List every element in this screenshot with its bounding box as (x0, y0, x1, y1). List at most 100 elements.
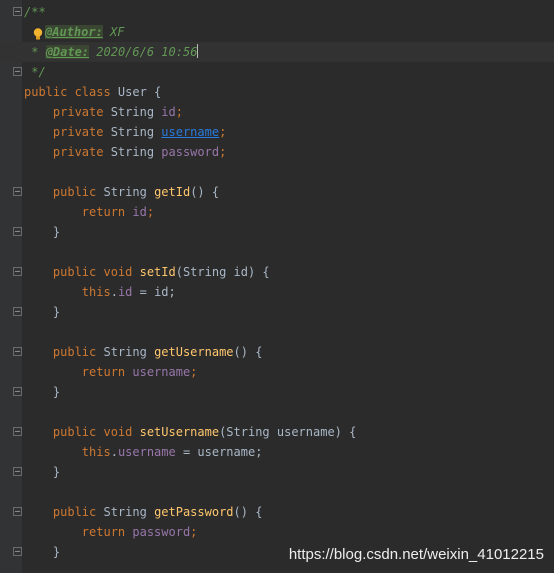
type-name: String (110, 125, 162, 139)
javadoc-open: /** (24, 5, 46, 19)
keyword: public void (24, 425, 140, 439)
code-line: */ (0, 62, 554, 82)
keyword: public void (24, 265, 140, 279)
return-statement: return id; (24, 202, 154, 222)
fold-toggle-icon[interactable] (13, 507, 22, 516)
code-line: } (0, 382, 554, 402)
field-name: id (132, 205, 147, 219)
lightbulb-icon[interactable] (33, 26, 43, 40)
keyword: private (24, 105, 111, 119)
date-tag: @Date: (45, 45, 90, 59)
code-line: } (0, 222, 554, 242)
semicolon: ; (175, 105, 183, 119)
code-line: public String getPassword() { (0, 502, 554, 522)
code-line: /** (0, 2, 554, 22)
code-editor[interactable]: /** @Author: XF * @Date: 2020/6/6 10:56 … (0, 0, 554, 573)
keyword: return (24, 525, 133, 539)
fold-toggle-icon[interactable] (13, 347, 22, 356)
keyword: this (24, 285, 111, 299)
type-name: String (110, 145, 162, 159)
field-declaration: private String password; (24, 142, 226, 162)
closing-brace: } (24, 385, 61, 399)
fold-toggle-icon[interactable] (13, 7, 22, 16)
current-code-line: * @Date: 2020/6/6 10:56 (0, 42, 554, 62)
type-name: String (110, 105, 162, 119)
fold-end-icon[interactable] (13, 227, 22, 236)
watermark-url: https://blog.csdn.net/weixin_41012215 (288, 546, 544, 563)
code-line: public class User { (0, 82, 554, 102)
keyword: return (24, 205, 133, 219)
method-params: () { (190, 185, 220, 199)
method-name: getId (154, 185, 191, 199)
code-line: return username; (0, 362, 554, 382)
keyword: public (24, 345, 104, 359)
fold-toggle-icon[interactable] (13, 67, 22, 76)
method-signature: public String getUsername() { (24, 342, 263, 362)
keyword: public class (24, 85, 118, 99)
semicolon: ; (190, 525, 198, 539)
method-signature: public void setUsername(String username)… (24, 422, 356, 442)
code-line: return password; (0, 522, 554, 542)
assignment-statement: this.id = id; (24, 282, 176, 302)
field-name: username (117, 445, 176, 459)
keyword: private (24, 125, 111, 139)
method-name: setUsername (139, 425, 220, 439)
assignment-rest: = username; (175, 445, 263, 459)
return-statement: return username; (24, 362, 198, 382)
fold-toggle-icon[interactable] (13, 427, 22, 436)
code-area[interactable]: /** @Author: XF * @Date: 2020/6/6 10:56 … (0, 0, 554, 573)
code-line: } (0, 462, 554, 482)
keyword: public (24, 505, 104, 519)
code-line: public String getId() { (0, 182, 554, 202)
code-line: this.username = username; (0, 442, 554, 462)
semicolon: ; (146, 205, 155, 219)
comment-star: * (24, 45, 46, 59)
fold-end-icon[interactable] (13, 467, 22, 476)
javadoc-author: @Author: XF (45, 22, 124, 42)
code-line: } (0, 302, 554, 322)
method-params: (String id) { (175, 265, 270, 279)
assignment-rest: = id; (132, 285, 176, 299)
keyword: public (24, 185, 104, 199)
javadoc-date: * @Date: 2020/6/6 10:56 (24, 42, 199, 62)
code-line: @Author: XF (0, 22, 554, 42)
method-name: getPassword (154, 505, 234, 519)
code-line: public String getUsername() { (0, 342, 554, 362)
closing-brace: } (24, 305, 61, 319)
fold-end-icon[interactable] (13, 387, 22, 396)
assignment-statement: this.username = username; (24, 442, 263, 462)
type-name: String (103, 185, 155, 199)
method-signature: public void setId(String id) { (24, 262, 270, 282)
code-line: return id; (0, 202, 554, 222)
class-name: User { (117, 85, 162, 99)
field-name: username (132, 365, 191, 379)
code-line: private String password; (0, 142, 554, 162)
javadoc-close: */ (24, 65, 46, 79)
method-params: (String username) { (219, 425, 357, 439)
return-statement: return password; (24, 522, 198, 542)
method-signature: public String getId() { (24, 182, 219, 202)
type-name: String (103, 345, 155, 359)
fold-end-icon[interactable] (13, 307, 22, 316)
dot: . (110, 285, 118, 299)
fold-toggle-icon[interactable] (13, 267, 22, 276)
author-value: XF (102, 25, 125, 39)
fold-toggle-icon[interactable] (13, 187, 22, 196)
method-params: () { (233, 345, 263, 359)
code-line: private String id; (0, 102, 554, 122)
method-params: () { (233, 505, 263, 519)
field-name: id (117, 285, 133, 299)
keyword: return (24, 365, 133, 379)
code-line: this.id = id; (0, 282, 554, 302)
method-name: setId (139, 265, 176, 279)
field-name: password (161, 145, 220, 159)
code-line: public void setUsername(String username)… (0, 422, 554, 442)
author-tag: @Author: (45, 25, 103, 39)
keyword: this (24, 445, 111, 459)
semicolon: ; (190, 365, 198, 379)
field-name: password (132, 525, 191, 539)
dot: . (110, 445, 118, 459)
method-signature: public String getPassword() { (24, 502, 263, 522)
fold-end-icon[interactable] (13, 547, 22, 556)
field-name-link[interactable]: username (161, 125, 219, 139)
